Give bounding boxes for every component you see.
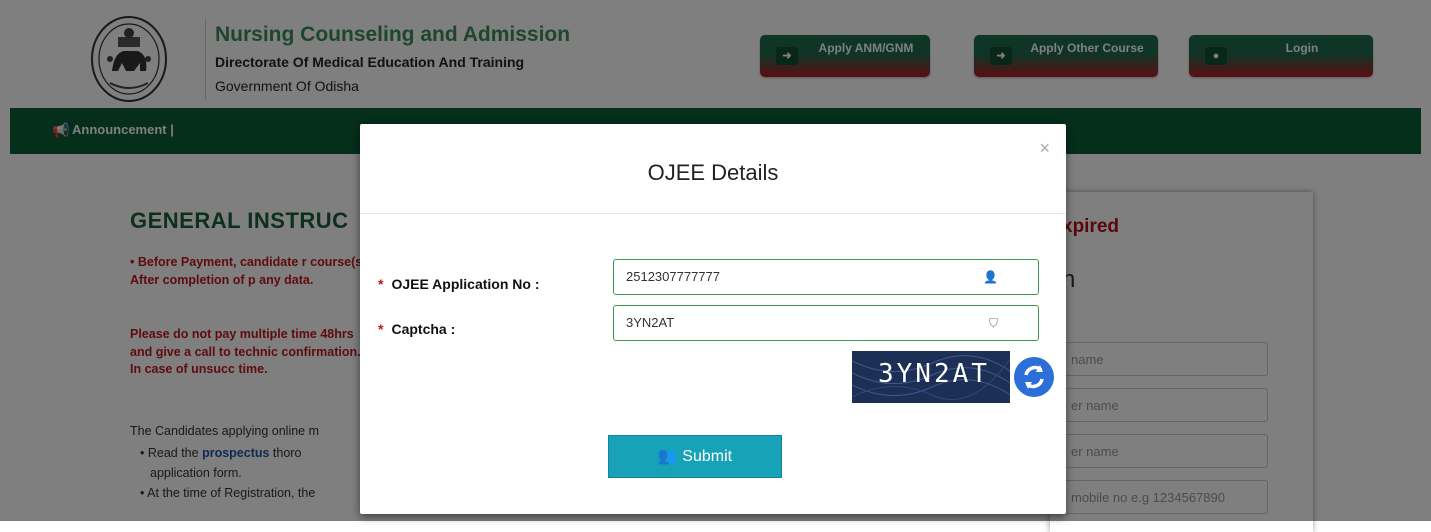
application-no-value: 2512307777777 bbox=[626, 269, 720, 284]
application-no-label: * OJEE Application No : bbox=[378, 276, 540, 292]
user-plus-icon: 👥 bbox=[657, 448, 683, 465]
refresh-captcha-icon[interactable] bbox=[1014, 357, 1054, 397]
modal-divider bbox=[360, 213, 1066, 214]
captcha-image: 3YN2AT bbox=[852, 351, 1010, 403]
ojee-details-modal: × OJEE Details * OJEE Application No : 25… bbox=[360, 124, 1066, 514]
application-no-label-text: OJEE Application No : bbox=[391, 276, 540, 292]
application-no-input[interactable]: 2512307777777 👤 bbox=[613, 259, 1039, 295]
captcha-label-text: Captcha : bbox=[391, 321, 456, 337]
close-icon[interactable]: × bbox=[1039, 138, 1050, 159]
required-marker: * bbox=[378, 321, 384, 337]
captcha-value: 3YN2AT bbox=[626, 315, 675, 330]
captcha-input[interactable]: 3YN2AT ⛉ bbox=[613, 305, 1039, 341]
user-icon: 👤 bbox=[983, 270, 998, 284]
captcha-image-text: 3YN2AT bbox=[878, 359, 990, 389]
submit-label: Submit bbox=[682, 448, 733, 465]
modal-title: OJEE Details bbox=[647, 160, 779, 185]
required-marker: * bbox=[378, 276, 384, 292]
submit-button[interactable]: 👥 Submit bbox=[608, 435, 782, 478]
shield-icon: ⛉ bbox=[988, 316, 998, 330]
captcha-label: * Captcha : bbox=[378, 321, 455, 337]
